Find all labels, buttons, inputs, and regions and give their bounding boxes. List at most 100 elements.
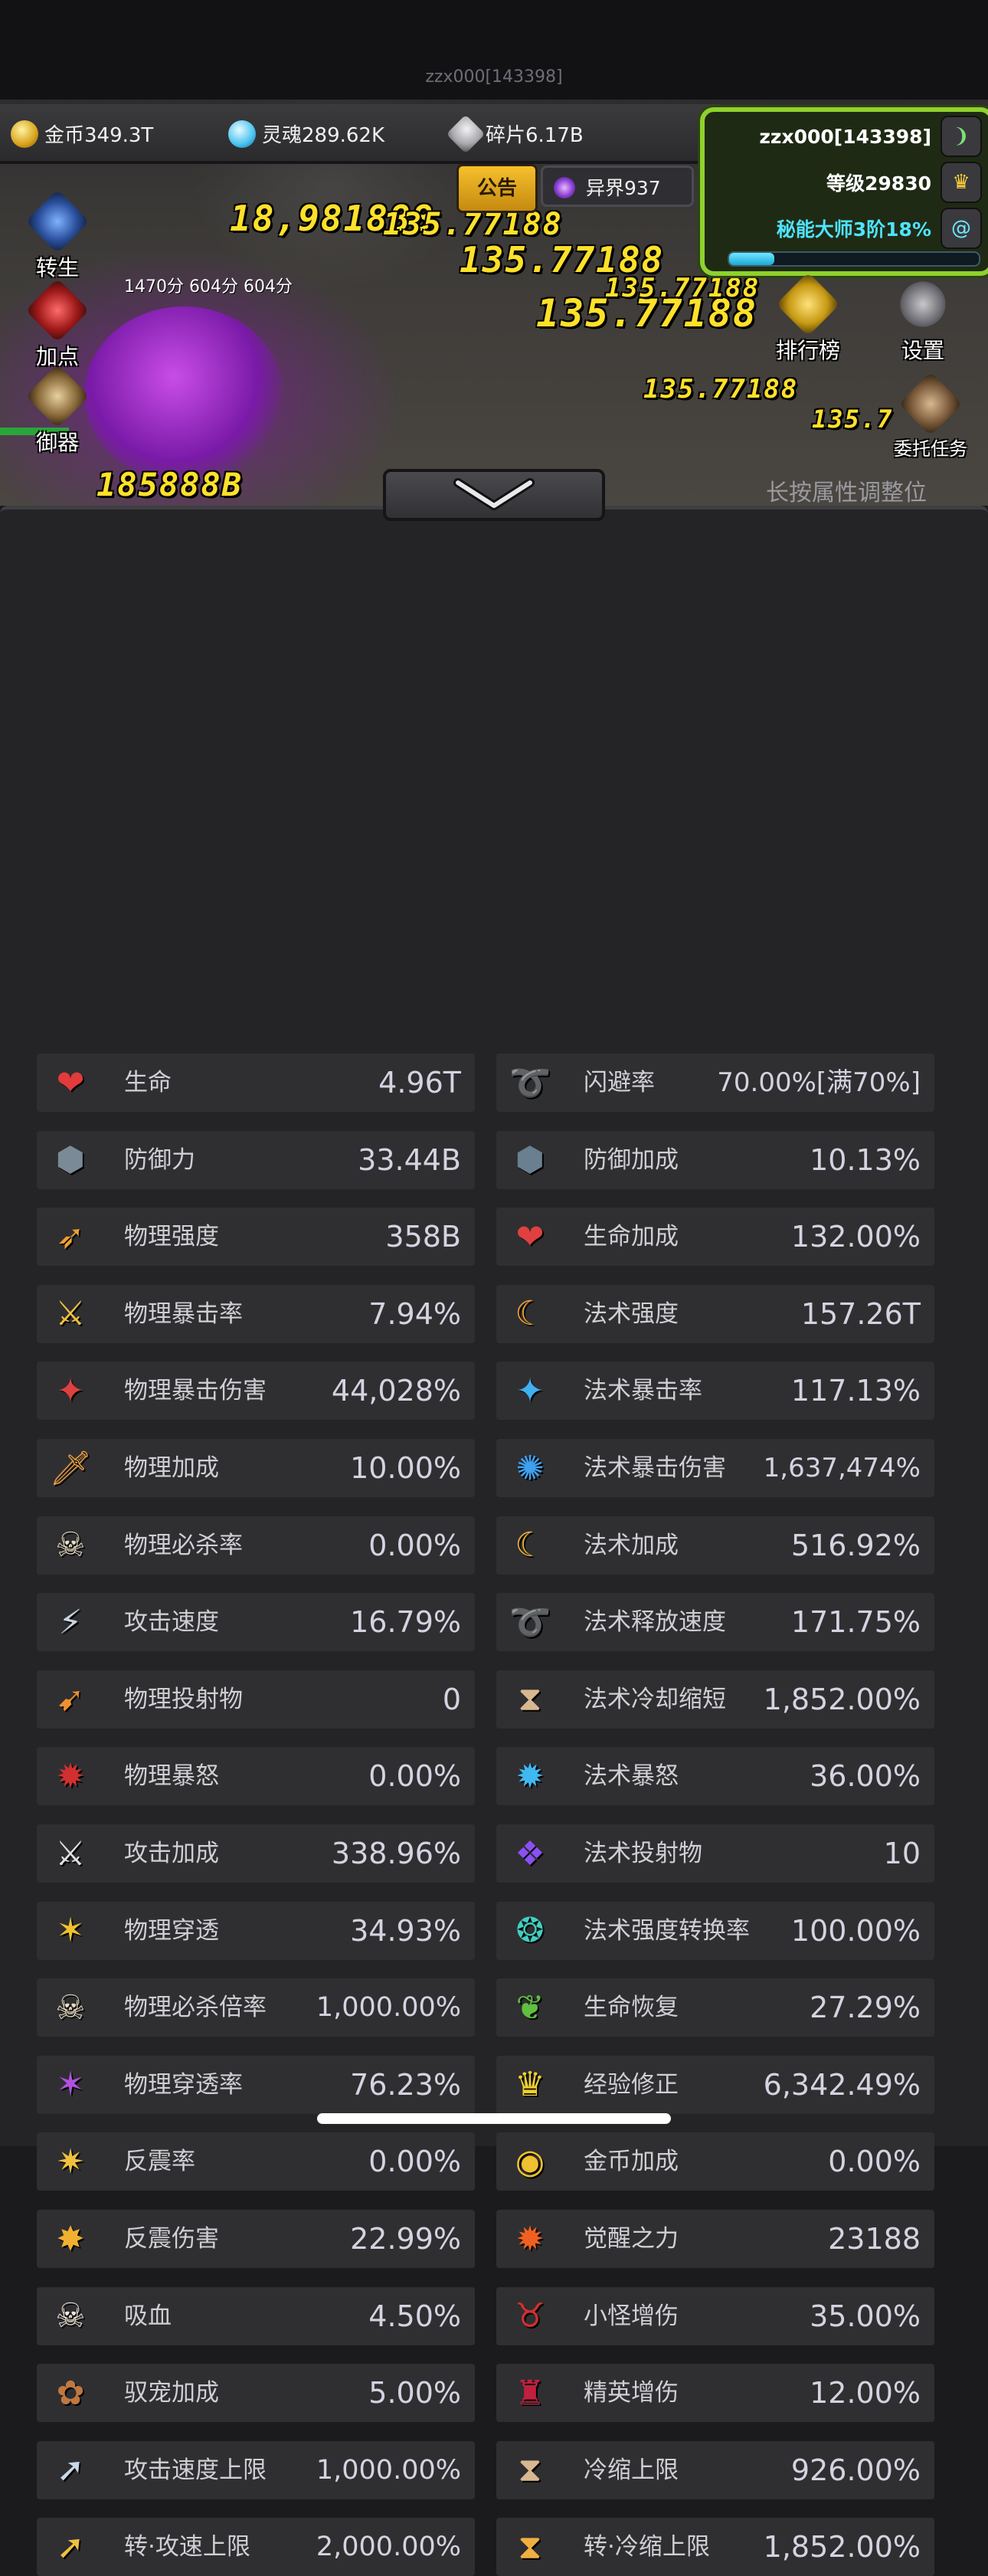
crit-swords-icon: ⚔ [55, 1294, 86, 1334]
settings-button[interactable]: 设置 [881, 272, 965, 365]
stat-row[interactable]: ♜ 精英增伤 12.00% [496, 2364, 934, 2423]
crown-icon: ♛ [941, 162, 982, 203]
stat-row[interactable]: ❂ 法术强度转换率 100.00% [496, 1901, 934, 1960]
stat-row[interactable]: ☠ 吸血 4.50% [37, 2286, 475, 2345]
stat-name: 法术投射物 [584, 1840, 702, 1867]
sprout-icon: ❦ [515, 1988, 545, 2027]
rebirth-button[interactable]: 转生 [15, 189, 100, 282]
arrow-burst-icon: ➶ [56, 1217, 85, 1257]
score-label: 1470分 604分 604分 [124, 277, 293, 297]
hourglass-icon: ⧗ [518, 1680, 542, 1719]
soul-icon [228, 120, 256, 148]
player-name-row: zzx000[143398] ❩ [712, 115, 982, 158]
gear-button[interactable]: 御器 [15, 364, 100, 457]
notice-button[interactable]: 公告 [456, 164, 538, 213]
crown-icon: ♛ [515, 2065, 545, 2105]
stat-name: 物理暴击伤害 [124, 1377, 267, 1405]
stat-row[interactable]: ⚔ 攻击加成 338.96% [37, 1824, 475, 1883]
stat-row[interactable]: ✹ 物理暴怒 0.00% [37, 1747, 475, 1806]
stat-row[interactable]: ✶ 物理穿透 34.93% [37, 1901, 475, 1960]
stat-row[interactable]: ➹ 物理投射物 0 [37, 1670, 475, 1729]
stat-row[interactable]: ☾ 法术加成 516.92% [496, 1516, 934, 1575]
stat-value: 1,637,474% [763, 1453, 921, 1483]
stat-row[interactable]: ✦ 法术暴击率 117.13% [496, 1362, 934, 1421]
stat-row[interactable]: ✹ 法术暴怒 36.00% [496, 1747, 934, 1806]
realm-button[interactable]: 异界937 [541, 166, 694, 207]
home-indicator[interactable] [317, 2113, 671, 2124]
chevron-down-icon [453, 478, 535, 510]
collapse-button[interactable] [383, 469, 605, 521]
commission-button[interactable]: 委托任务 [881, 372, 980, 460]
stat-row[interactable]: ➚ 转·攻速上限 2,000.00% [37, 2518, 475, 2576]
stat-row[interactable]: ✺ 法术暴击伤害 1,637,474% [496, 1439, 934, 1497]
player-level: 等级29830 [826, 172, 931, 195]
stat-row[interactable]: ◉ 金币加成 0.00% [496, 2132, 934, 2191]
stat-name: 转·冷缩上限 [584, 2533, 710, 2561]
stat-row[interactable]: ➰ 闪避率 70.00%[满70%] [496, 1054, 934, 1112]
stat-row[interactable]: ♛ 经验修正 6,342.49% [496, 2055, 934, 2114]
stat-row[interactable]: ☠ 物理必杀倍率 1,000.00% [37, 1978, 475, 2037]
reflect-damage-icon: ✸ [56, 2219, 85, 2259]
coins-icon: ◉ [515, 2142, 545, 2181]
stat-row[interactable]: ♉ 小怪增伤 35.00% [496, 2286, 934, 2345]
wing-icon: ❩ [941, 116, 982, 157]
stat-row[interactable]: ❤ 生命加成 132.00% [496, 1208, 934, 1267]
stat-name: 物理穿透率 [124, 2070, 243, 2099]
stat-value: 70.00%[满70%] [717, 1067, 921, 1098]
magic-plus-icon: ☾ [515, 1526, 545, 1565]
stat-row[interactable]: ⧗ 冷缩上限 926.00% [496, 2440, 934, 2499]
game-scene[interactable]: zzx000[143398] 18,981888 135.77188 135.7… [0, 0, 988, 506]
gold-coin-icon [11, 120, 38, 148]
stat-value: 1,852.00% [763, 2530, 921, 2565]
stat-row[interactable]: ⬢ 防御力 33.44B [37, 1130, 475, 1189]
stat-row[interactable]: ✦ 物理暴击伤害 44,028% [37, 1362, 475, 1421]
stat-name: 吸血 [124, 2302, 172, 2330]
stat-row[interactable]: ✸ 反震伤害 22.99% [37, 2210, 475, 2268]
demon-icon: ♉ [515, 2296, 545, 2336]
stat-row[interactable]: ⚔ 物理暴击率 7.94% [37, 1284, 475, 1343]
swirl-icon: @ [941, 208, 982, 249]
stat-value: 358B [385, 1220, 461, 1254]
stat-row[interactable]: ❖ 法术投射物 10 [496, 1824, 934, 1883]
stat-row[interactable]: ➚ 攻击速度上限 1,000.00% [37, 2440, 475, 2499]
stat-row[interactable]: ⚡ 攻击速度 16.79% [37, 1593, 475, 1652]
stat-value: 0.00% [368, 1528, 461, 1562]
stat-name: 法术加成 [584, 1531, 679, 1559]
stats-panel[interactable]: ❤ 生命 4.96T ⬢ 防御力 33.44B ➶ 物理强度 358B ⚔ 物理暴击率 7.94% ✦ 物… [0, 506, 988, 2576]
player-card[interactable]: zzx000[143398] ❩ 等级29830 ♛ 秘能大师3阶18% @ [700, 107, 988, 276]
add-points-button[interactable]: 加点 [15, 278, 100, 371]
pierce-rate-icon: ✶ [56, 2065, 85, 2105]
stat-row[interactable]: ✿ 驭宠加成 5.00% [37, 2364, 475, 2423]
gold-resource: 金币349.3T [11, 120, 153, 148]
stat-row[interactable]: ❤ 生命 4.96T [37, 1054, 475, 1112]
stat-row[interactable]: ✷ 反震率 0.00% [37, 2132, 475, 2191]
crit-damage-icon: ✦ [56, 1371, 85, 1411]
stat-row[interactable]: ✹ 觉醒之力 23188 [496, 2210, 934, 2268]
stat-row[interactable]: ⬢ 防御加成 10.13% [496, 1130, 934, 1189]
stat-row[interactable]: ❦ 生命恢复 27.29% [496, 1978, 934, 2037]
gear-icon [891, 272, 955, 336]
stat-value: 4.96T [378, 1066, 461, 1100]
stat-name: 精英增伤 [584, 2379, 679, 2407]
stat-name: 攻击加成 [124, 1840, 219, 1867]
damage-number: 135.77188 [605, 273, 761, 303]
stat-name: 转·攻速上限 [124, 2533, 250, 2561]
leaderboard-button[interactable]: 排行榜 [766, 272, 850, 365]
hint-text: 长按属性调整位 [766, 480, 927, 506]
stat-row[interactable]: ✶ 物理穿透率 76.23% [37, 2055, 475, 2114]
stat-value: 926.00% [790, 2453, 921, 2487]
stat-row[interactable]: ⧗ 转·冷缩上限 1,852.00% [496, 2518, 934, 2576]
stat-row[interactable]: ➶ 物理强度 358B [37, 1208, 475, 1267]
paw-icon: ✿ [56, 2373, 85, 2413]
stat-row[interactable]: ⧗ 法术冷却缩短 1,852.00% [496, 1670, 934, 1729]
vampire-skull-icon: ☠ [55, 2296, 86, 2336]
stat-row[interactable]: ☾ 法术强度 157.26T [496, 1284, 934, 1343]
stat-value: 0.00% [368, 2145, 461, 2179]
stat-row[interactable]: 🗡 物理加成 10.00% [37, 1439, 475, 1497]
stat-row[interactable]: ☠ 物理必杀率 0.00% [37, 1516, 475, 1575]
sword-plus-icon: 🗡 [49, 1449, 92, 1488]
stat-name: 法术暴击伤害 [584, 1454, 726, 1482]
stat-row[interactable]: ➰ 法术释放速度 171.75% [496, 1593, 934, 1652]
magic-convert-icon: ❂ [515, 1911, 545, 1951]
stat-name: 物理强度 [124, 1223, 219, 1251]
